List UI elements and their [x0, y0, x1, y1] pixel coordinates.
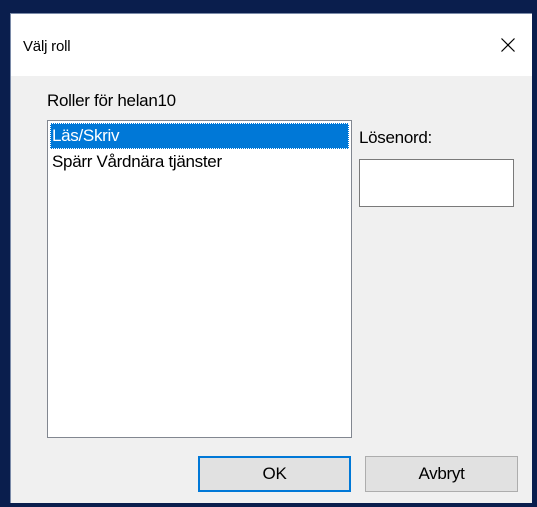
close-icon	[500, 37, 516, 53]
role-item-las-skriv[interactable]: Läs/Skriv	[50, 123, 349, 149]
roles-label: Roller för helan10	[47, 91, 176, 110]
role-item-sparr-vardnara-tjanster[interactable]: Spärr Vårdnära tjänster	[50, 149, 349, 175]
cancel-button[interactable]: Avbryt	[365, 456, 518, 492]
password-field[interactable]	[359, 159, 514, 207]
password-label: Lösenord:	[359, 128, 432, 147]
desktop-edge	[532, 13, 537, 507]
title-bar: Välj roll	[11, 14, 532, 76]
close-button[interactable]	[490, 28, 526, 62]
role-list[interactable]: Läs/Skriv Spärr Vårdnära tjänster	[47, 120, 352, 438]
select-role-dialog: Välj roll Roller för helan10 Läs/Skriv S…	[10, 13, 532, 503]
ok-button[interactable]: OK	[198, 456, 351, 492]
dialog-title: Välj roll	[23, 38, 71, 55]
